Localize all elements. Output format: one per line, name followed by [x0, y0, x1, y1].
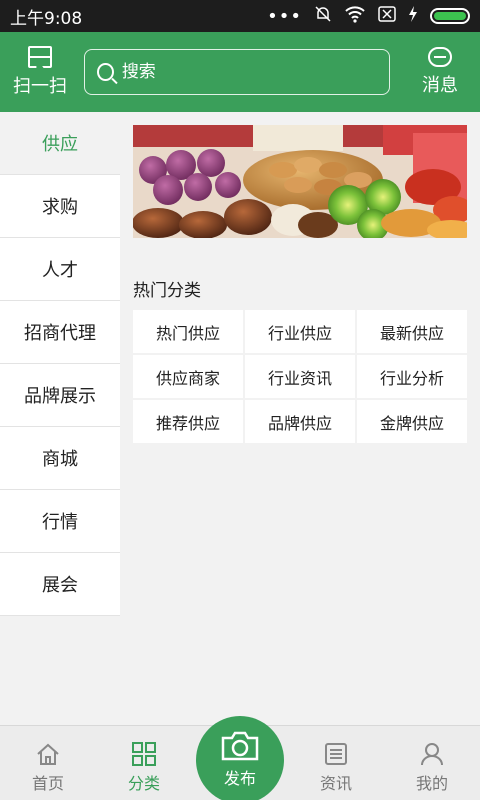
publish-label: 发布: [223, 769, 256, 788]
search-box[interactable]: [84, 49, 390, 95]
tab-news-label: 资讯: [319, 774, 352, 793]
sidebar-item-brand-showcase[interactable]: 品牌展示: [0, 364, 120, 427]
sidebar-item-supply[interactable]: 供应: [0, 112, 120, 175]
tab-home[interactable]: 首页: [0, 726, 96, 800]
message-icon: [428, 47, 452, 67]
category-sidebar: 供应 求购 人才 招商代理 品牌展示 商城 行情 展会: [0, 112, 120, 616]
status-icons: •••: [267, 5, 470, 28]
sidebar-item-franchise[interactable]: 招商代理: [0, 301, 120, 364]
bottom-nav: 首页 分类 发布 资讯 我的: [0, 716, 480, 800]
category-industry-supply[interactable]: 行业供应: [245, 310, 355, 353]
top-header: 扫一扫 消息: [0, 32, 480, 112]
grid-icon: [132, 742, 156, 766]
no-sim-icon: [378, 5, 396, 27]
tab-home-label: 首页: [31, 774, 64, 793]
sidebar-item-talent[interactable]: 人才: [0, 238, 120, 301]
category-industry-analysis[interactable]: 行业分析: [357, 355, 467, 398]
status-time: 上午9:08: [10, 8, 83, 29]
category-gold-supply[interactable]: 金牌供应: [357, 400, 467, 443]
sidebar-item-market[interactable]: 行情: [0, 490, 120, 553]
category-suppliers[interactable]: 供应商家: [133, 355, 243, 398]
tab-publish-slot: 发布: [192, 716, 288, 800]
category-industry-news[interactable]: 行业资讯: [245, 355, 355, 398]
banner-image[interactable]: [133, 125, 467, 238]
search-icon: [97, 63, 114, 81]
section-title: 热门分类: [133, 281, 201, 301]
tab-category-label: 分类: [127, 774, 160, 793]
category-recommended-supply[interactable]: 推荐供应: [133, 400, 243, 443]
wifi-icon: [344, 5, 366, 28]
tab-news[interactable]: 资讯: [288, 726, 384, 800]
scan-button[interactable]: 扫一扫: [0, 32, 80, 112]
publish-button[interactable]: 发布: [196, 716, 284, 800]
status-bar: 上午9:08 •••: [0, 0, 480, 32]
sidebar-item-mall[interactable]: 商城: [0, 427, 120, 490]
category-brand-supply[interactable]: 品牌供应: [245, 400, 355, 443]
tab-category[interactable]: 分类: [96, 726, 192, 800]
mute-bell-icon: [314, 5, 332, 28]
messages-label: 消息: [422, 75, 458, 96]
category-latest-supply[interactable]: 最新供应: [357, 310, 467, 353]
charging-icon: [408, 5, 418, 27]
category-grid: 热门供应 行业供应 最新供应 供应商家 行业资讯 行业分析 推荐供应 品牌供应 …: [133, 310, 467, 443]
scan-label: 扫一扫: [13, 76, 67, 97]
sidebar-item-purchase[interactable]: 求购: [0, 175, 120, 238]
tab-profile[interactable]: 我的: [384, 726, 480, 800]
sidebar-item-exhibition[interactable]: 展会: [0, 553, 120, 616]
messages-button[interactable]: 消息: [400, 32, 480, 112]
home-icon: [37, 743, 59, 765]
camera-icon: [221, 731, 259, 761]
category-hot-supply[interactable]: 热门供应: [133, 310, 243, 353]
user-icon: [421, 743, 443, 766]
search-input[interactable]: [121, 62, 389, 82]
battery-icon: [430, 8, 470, 24]
scan-icon: [28, 46, 52, 68]
newspaper-icon: [325, 743, 347, 765]
more-dots-icon: •••: [267, 5, 302, 27]
tab-profile-label: 我的: [415, 774, 448, 793]
main-content: 热门分类 热门供应 行业供应 最新供应 供应商家 行业资讯 行业分析 推荐供应 …: [133, 125, 467, 443]
